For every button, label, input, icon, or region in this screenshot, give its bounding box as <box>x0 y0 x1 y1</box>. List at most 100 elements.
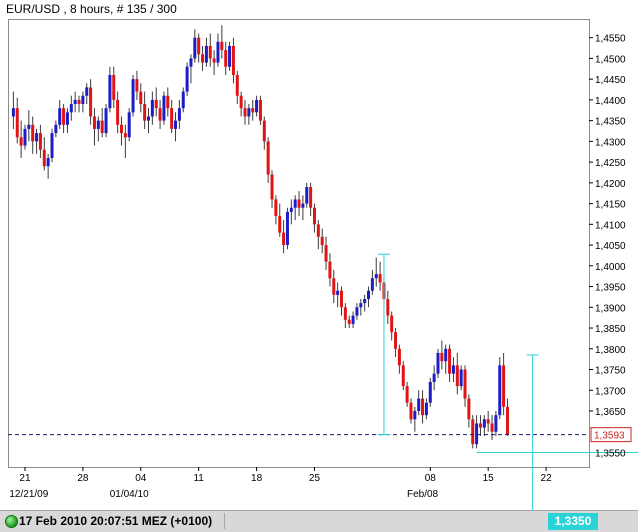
candle-body <box>305 187 309 204</box>
candle-body <box>143 104 147 121</box>
candle-body <box>282 232 286 246</box>
candle-body <box>150 99 154 117</box>
candle-body <box>189 58 193 67</box>
status-bar: 17 Feb 2010 20:07:51 MEZ (+0100) <box>0 510 638 532</box>
x-date-label: 12/21/09 <box>9 489 48 500</box>
candle-body <box>409 402 413 420</box>
y-tick-label: 1,4400 <box>595 96 626 107</box>
candle-body <box>135 79 139 92</box>
candle-body <box>386 299 390 316</box>
candle-body <box>448 348 452 374</box>
y-tick-label: 1,4550 <box>595 34 626 45</box>
candle <box>401 361 405 391</box>
candle-body <box>58 108 62 125</box>
candle-body <box>85 87 89 96</box>
candle-body <box>212 58 216 63</box>
candle-body <box>69 104 73 113</box>
candle <box>127 108 131 142</box>
candle-body <box>108 75 112 109</box>
candle-body <box>27 124 31 129</box>
x-tick-label: 22 <box>541 473 553 484</box>
candle-body <box>494 415 498 432</box>
candle <box>436 348 440 378</box>
candle <box>471 415 475 449</box>
candle-body <box>204 45 208 63</box>
status-datetime: 17 Feb 2010 20:07:51 MEZ (+0100) <box>19 514 213 528</box>
candle-body <box>220 41 224 51</box>
candle-body <box>46 157 50 167</box>
y-tick-label: 1,3750 <box>595 366 626 377</box>
candle-body <box>116 99 120 125</box>
candle-body <box>38 133 42 150</box>
y-tick-label: 1,3950 <box>595 283 626 294</box>
candle-body <box>370 278 374 291</box>
candlestick-chart[interactable]: EUR/USD , 8 hours, # 135 / 300 1,3593 1,… <box>0 0 638 510</box>
candle-body <box>96 120 100 129</box>
connection-status-icon <box>5 515 18 528</box>
candle-body <box>54 124 58 134</box>
candle <box>498 357 502 420</box>
candle-body <box>397 348 401 366</box>
candle-body <box>475 423 479 445</box>
candle-body <box>81 95 85 105</box>
x-tick-label: 08 <box>425 473 437 484</box>
x-date-label: 01/04/10 <box>110 489 149 500</box>
candle-body <box>293 199 297 208</box>
candle-body <box>505 406 509 435</box>
candle-body <box>224 50 228 67</box>
candle-body <box>208 45 212 59</box>
candle-body <box>340 290 343 308</box>
candle-body <box>185 66 189 92</box>
y-tick-label: 1,4350 <box>595 117 626 128</box>
candle-body <box>77 99 81 105</box>
candle-body <box>239 95 243 109</box>
candle-body <box>471 419 475 445</box>
candle-body <box>301 203 305 208</box>
candle-body <box>478 423 482 428</box>
candle-body <box>289 207 293 212</box>
candle-body <box>490 423 494 432</box>
candle-body <box>11 108 15 117</box>
candle-body <box>62 108 66 125</box>
candle-body <box>228 45 232 67</box>
candle-body <box>467 398 471 420</box>
candle-body <box>89 87 93 117</box>
candle-body <box>390 315 394 333</box>
candle <box>228 41 232 71</box>
candle-body <box>482 419 486 428</box>
y-tick-label: 1,4300 <box>595 137 626 148</box>
candle-body <box>147 116 150 121</box>
candle <box>428 377 432 407</box>
status-divider <box>224 513 225 529</box>
candle-body <box>19 137 23 146</box>
candle-body <box>100 120 104 134</box>
candle-body <box>374 274 378 279</box>
y-tick-label: 1,3850 <box>595 324 626 335</box>
candle-body <box>413 411 417 420</box>
candle-body <box>23 128 27 146</box>
candle-body <box>251 108 255 113</box>
candle-body <box>347 319 351 324</box>
candle-body <box>243 108 247 117</box>
candle-body <box>65 112 69 125</box>
candle-body <box>417 398 421 411</box>
current-price-label: 1,3593 <box>594 431 625 442</box>
candle-body <box>274 199 278 217</box>
candle-body <box>270 174 274 200</box>
candle-body <box>193 37 197 59</box>
candle-body <box>50 133 54 158</box>
candle-body <box>312 207 316 225</box>
candle-body <box>320 236 324 246</box>
candle <box>162 91 166 125</box>
x-tick-label: 15 <box>483 473 495 484</box>
candle-body <box>355 307 359 316</box>
candle-body <box>262 120 266 142</box>
candle-body <box>92 116 96 129</box>
candle-body <box>119 124 123 134</box>
candle-body <box>432 373 436 382</box>
candle-body <box>424 402 428 416</box>
candle-body <box>170 108 174 129</box>
y-tick-label: 1,4500 <box>595 54 626 65</box>
y-tick-label: 1,4250 <box>595 158 626 169</box>
candle-body <box>158 108 162 121</box>
